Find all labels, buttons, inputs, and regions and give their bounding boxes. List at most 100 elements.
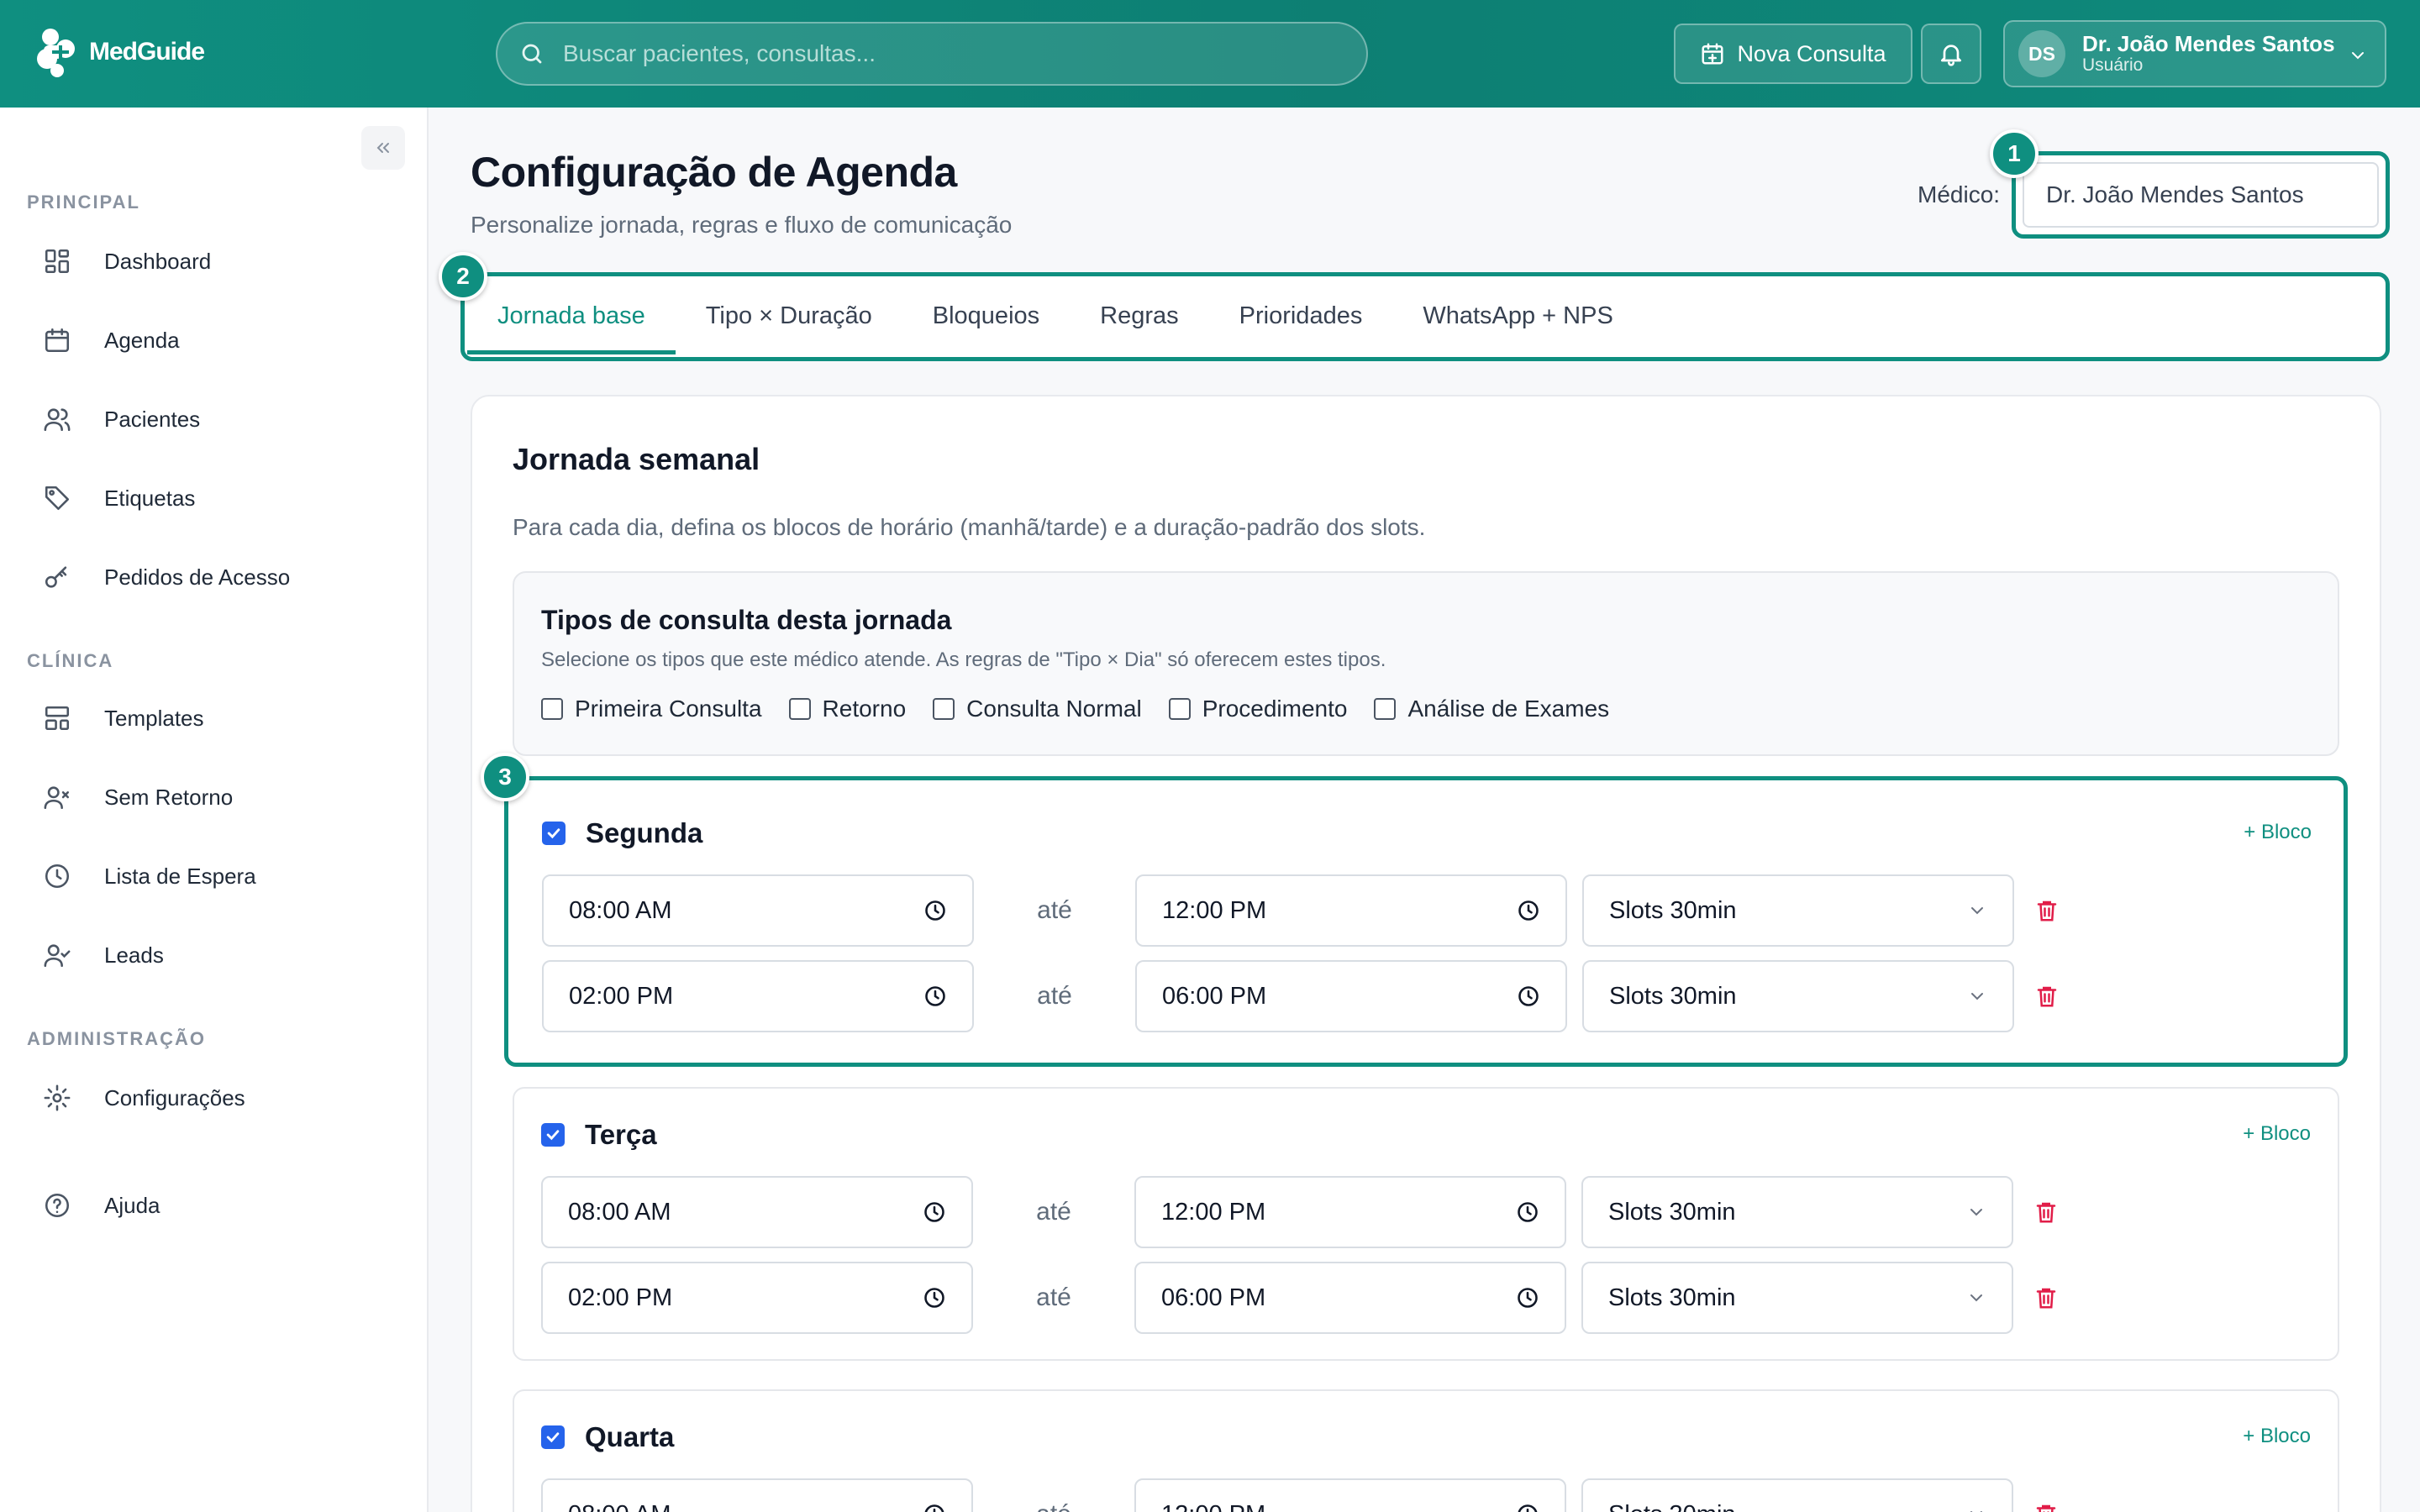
- slot-duration-select[interactable]: Slots 30min: [1581, 1478, 2013, 1512]
- trash-icon: [2036, 1288, 2056, 1309]
- sidebar-item-leads[interactable]: Leads: [40, 934, 164, 976]
- sidebar-item-label: Configurações: [104, 1084, 245, 1110]
- clock-icon: [924, 1202, 944, 1222]
- medico-select[interactable]: Dr. João Mendes Santos: [2012, 151, 2390, 239]
- tab-whatsapp-nps[interactable]: WhatsApp + NPS: [1392, 279, 1643, 353]
- day-checkbox[interactable]: [541, 1425, 565, 1449]
- global-search[interactable]: [496, 22, 1368, 86]
- slot-duration-select[interactable]: Slots 30min: [1582, 874, 2014, 947]
- checkbox[interactable]: [788, 698, 811, 720]
- day-checkbox[interactable]: [542, 822, 566, 845]
- add-block-button[interactable]: + Bloco: [2244, 821, 2312, 844]
- tab-jornada-base[interactable]: Jornada base: [467, 279, 676, 354]
- sidebar-item-sem-retorno[interactable]: Sem Retorno: [40, 776, 233, 818]
- user-menu[interactable]: DS Dr. João Mendes Santos Usuário: [2003, 20, 2386, 87]
- chevron-down-icon: [1971, 907, 1983, 915]
- sidebar-item-lista-espera[interactable]: Lista de Espera: [40, 855, 256, 897]
- add-block-button[interactable]: + Bloco: [2243, 1122, 2311, 1146]
- checkbox[interactable]: [1374, 698, 1397, 720]
- trash-icon: [2036, 1202, 2056, 1223]
- start-time-input[interactable]: 02:00 PM: [541, 1262, 973, 1334]
- type-checkbox-primeira-consulta[interactable]: Primeira Consulta: [541, 696, 762, 722]
- chevron-down-icon: [1971, 993, 1983, 1000]
- page-title: Configuração de Agenda: [471, 149, 957, 196]
- sidebar-item-label: Pacientes: [104, 406, 201, 432]
- user-x-icon: [44, 786, 70, 810]
- checkbox[interactable]: [933, 698, 955, 720]
- collapse-sidebar-button[interactable]: [361, 126, 405, 170]
- delete-block-button[interactable]: [2032, 1281, 2060, 1315]
- checkbox[interactable]: [541, 698, 563, 720]
- type-checkbox-retorno[interactable]: Retorno: [788, 696, 906, 722]
- jornada-subtitle: Para cada dia, defina os blocos de horár…: [513, 514, 1426, 540]
- delete-block-button[interactable]: [2032, 1195, 2060, 1229]
- help-icon: [45, 1193, 70, 1218]
- sidebar-item-label: Dashboard: [104, 248, 212, 274]
- clock-icon: [1518, 986, 1539, 1006]
- app-name: MedGuide: [89, 38, 205, 66]
- tag-icon: [45, 486, 70, 511]
- tab-regras[interactable]: Regras: [1070, 279, 1209, 353]
- chevron-down-icon: [2352, 52, 2364, 60]
- clock-icon: [1518, 900, 1539, 921]
- delete-block-button[interactable]: [2033, 894, 2061, 927]
- day-checkbox[interactable]: [541, 1123, 565, 1147]
- notifications-button[interactable]: [1921, 24, 1981, 84]
- chevron-down-icon: [1970, 1209, 1982, 1216]
- tab-bloqueios[interactable]: Bloqueios: [902, 279, 1070, 353]
- medico-label: Médico:: [1918, 181, 2001, 207]
- sidebar-item-etiquetas[interactable]: Etiquetas: [40, 477, 195, 519]
- add-block-button[interactable]: + Bloco: [2243, 1425, 2311, 1448]
- jornada-title: Jornada semanal: [513, 442, 760, 476]
- clock-icon: [924, 1288, 944, 1308]
- sidebar-item-label: Lista de Espera: [104, 863, 256, 889]
- clock-icon: [925, 900, 945, 921]
- type-checkbox-analise-exames[interactable]: Análise de Exames: [1374, 696, 1609, 722]
- tab-prioridades[interactable]: Prioridades: [1209, 279, 1393, 353]
- slot-duration-select[interactable]: Slots 30min: [1581, 1176, 2013, 1248]
- sidebar-item-pedidos[interactable]: Pedidos de Acesso: [40, 556, 290, 598]
- sidebar-item-dashboard[interactable]: Dashboard: [40, 240, 211, 282]
- checkbox[interactable]: [1168, 698, 1191, 720]
- slot-duration-select[interactable]: Slots 30min: [1582, 960, 2014, 1032]
- end-time-input[interactable]: 06:00 PM: [1134, 1262, 1566, 1334]
- sidebar-item-label: Templates: [104, 705, 204, 731]
- new-consult-button[interactable]: Nova Consulta: [1674, 24, 1912, 84]
- sidebar-item-pacientes[interactable]: Pacientes: [40, 398, 200, 440]
- delete-block-button[interactable]: [2033, 979, 2061, 1013]
- app-logo[interactable]: MedGuide: [32, 25, 205, 79]
- clock-icon: [1518, 1202, 1538, 1222]
- end-time-input[interactable]: 12:00 PM: [1134, 1176, 1566, 1248]
- end-time-input[interactable]: 12:00 PM: [1135, 874, 1567, 947]
- slot-duration-select[interactable]: Slots 30min: [1581, 1262, 2013, 1334]
- sidebar-item-agenda[interactable]: Agenda: [40, 319, 180, 361]
- section-label-clinica: CLÍNICA: [27, 650, 114, 671]
- type-checkbox-procedimento[interactable]: Procedimento: [1168, 696, 1347, 722]
- page-subtitle: Personalize jornada, regras e fluxo de c…: [471, 212, 1013, 238]
- sidebar-item-label: Ajuda: [104, 1192, 160, 1218]
- search-icon: [522, 44, 542, 64]
- delete-block-button[interactable]: [2032, 1498, 2060, 1512]
- medguide-logo-icon: [37, 29, 75, 77]
- consult-types-options: Primeira Consulta Retorno Consulta Norma…: [541, 696, 1636, 722]
- sidebar-item-ajuda[interactable]: Ajuda: [40, 1184, 160, 1226]
- calendar-icon: [45, 328, 70, 353]
- user-name: Dr. João Mendes Santos: [2082, 31, 2335, 56]
- trash-icon: [2037, 986, 2057, 1007]
- trash-icon: [2037, 900, 2057, 921]
- start-time-input[interactable]: 08:00 AM: [542, 874, 974, 947]
- until-label: até: [1037, 896, 1072, 924]
- end-time-input[interactable]: 12:00 PM: [1134, 1478, 1566, 1512]
- sidebar-item-templates[interactable]: Templates: [40, 697, 204, 739]
- section-label-principal: PRINCIPAL: [27, 192, 140, 213]
- search-input[interactable]: [563, 40, 1319, 67]
- start-time-input[interactable]: 02:00 PM: [542, 960, 974, 1032]
- tab-tipo-duracao[interactable]: Tipo × Duração: [676, 279, 902, 353]
- sidebar-item-configuracoes[interactable]: Configurações: [40, 1077, 245, 1119]
- users-icon: [44, 408, 71, 432]
- sidebar-item-label: Leads: [104, 942, 164, 968]
- start-time-input[interactable]: 08:00 AM: [541, 1478, 973, 1512]
- start-time-input[interactable]: 08:00 AM: [541, 1176, 973, 1248]
- end-time-input[interactable]: 06:00 PM: [1135, 960, 1567, 1032]
- type-checkbox-consulta-normal[interactable]: Consulta Normal: [933, 696, 1142, 722]
